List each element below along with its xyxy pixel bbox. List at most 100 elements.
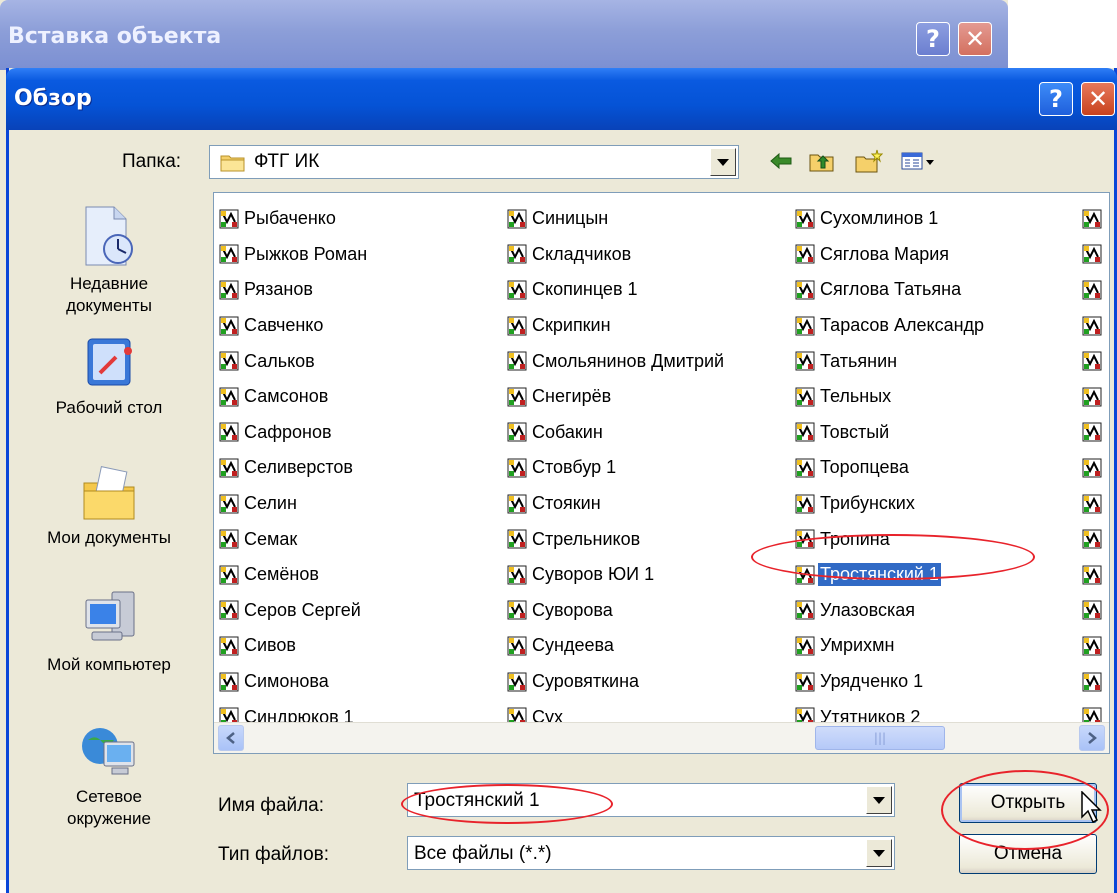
scroll-thumb[interactable]: ||| xyxy=(815,726,945,750)
file-item[interactable]: Сяглова Татьяна xyxy=(794,272,986,308)
open-button[interactable]: Открыть xyxy=(959,783,1097,823)
scroll-left-button[interactable] xyxy=(218,725,244,751)
help-button[interactable]: ? xyxy=(1039,82,1073,116)
file-item-partial[interactable] xyxy=(1081,450,1105,486)
file-item-partial[interactable] xyxy=(1081,415,1105,451)
file-item[interactable]: Симонова xyxy=(218,664,369,700)
file-item-partial[interactable] xyxy=(1081,201,1105,237)
file-item[interactable]: Рыбаченко xyxy=(218,201,369,237)
shortcut-icon xyxy=(795,280,815,300)
file-item-partial[interactable] xyxy=(1081,486,1105,522)
shortcut-icon xyxy=(507,672,527,692)
file-item[interactable]: Серов Сергей xyxy=(218,593,369,629)
shortcut-icon xyxy=(1082,351,1102,371)
filename-combo[interactable]: Тростянский 1 xyxy=(407,783,895,817)
file-item[interactable]: Тарасов Александр xyxy=(794,308,986,344)
file-name: Улазовская xyxy=(820,599,915,620)
file-item[interactable]: Суворова xyxy=(506,593,726,629)
file-item[interactable]: Снегирёв xyxy=(506,379,726,415)
file-item[interactable]: Складчиков xyxy=(506,237,726,273)
file-item[interactable]: Скрипкин xyxy=(506,308,726,344)
file-name: Семёнов xyxy=(244,564,319,585)
filetype-combo[interactable]: Все файлы (*.*) xyxy=(407,836,895,870)
scroll-right-button[interactable] xyxy=(1079,725,1105,751)
up-folder-button[interactable] xyxy=(807,146,837,176)
file-name: Суворова xyxy=(532,599,613,620)
file-item-partial[interactable] xyxy=(1081,664,1105,700)
file-name: Сафронов xyxy=(244,421,332,442)
back-button[interactable] xyxy=(767,146,795,176)
filename-input[interactable]: Тростянский 1 xyxy=(414,790,540,812)
file-item[interactable]: Татьянин xyxy=(794,343,986,379)
shortcut-icon xyxy=(795,387,815,407)
shortcut-icon xyxy=(507,636,527,656)
place-desktop[interactable]: Рабочий стол xyxy=(9,333,209,419)
file-item-partial[interactable] xyxy=(1081,379,1105,415)
file-item[interactable]: Суворов ЮИ 1 xyxy=(506,557,726,593)
horizontal-scrollbar[interactable]: ||| xyxy=(214,722,1109,753)
file-item[interactable]: Самсонов xyxy=(218,379,369,415)
place-my-documents[interactable]: Мои документы xyxy=(9,463,209,549)
my-documents-icon xyxy=(83,466,135,520)
file-item-partial[interactable] xyxy=(1081,237,1105,273)
file-item-partial[interactable] xyxy=(1081,521,1105,557)
file-item-partial[interactable] xyxy=(1081,628,1105,664)
file-item[interactable]: Суровяткина xyxy=(506,664,726,700)
file-item[interactable]: Савченко xyxy=(218,308,369,344)
filetype-dropdown-button[interactable] xyxy=(866,839,892,867)
file-item[interactable]: Синицын xyxy=(506,201,726,237)
file-item-partial[interactable] xyxy=(1081,343,1105,379)
cancel-button[interactable]: Отмена xyxy=(959,834,1097,874)
file-item[interactable]: Сухомлинов 1 xyxy=(794,201,986,237)
shortcut-icon xyxy=(795,636,815,656)
recent-documents-icon xyxy=(85,206,133,266)
look-in-label: Папка: xyxy=(122,151,182,172)
file-list[interactable]: Рыбаченко Рыжков Роман Рязанов Савченко Саль… xyxy=(213,192,1110,754)
file-item[interactable]: Селиверстов xyxy=(218,450,369,486)
file-item[interactable]: Рязанов xyxy=(218,272,369,308)
file-item[interactable]: Скопинцев 1 xyxy=(506,272,726,308)
file-item[interactable]: Рыжков Роман xyxy=(218,237,369,273)
close-button[interactable]: ✕ xyxy=(1081,82,1115,116)
file-item[interactable]: Стрельников xyxy=(506,521,726,557)
file-name: Скопинцев 1 xyxy=(532,279,638,300)
file-item[interactable]: Умрихмн xyxy=(794,628,986,664)
file-item[interactable]: Сяглова Мария xyxy=(794,237,986,273)
file-item[interactable]: Селин xyxy=(218,486,369,522)
file-item[interactable]: Собакин xyxy=(506,415,726,451)
file-item[interactable]: Сивов xyxy=(218,628,369,664)
file-item-partial[interactable] xyxy=(1081,593,1105,629)
look-in-combo[interactable]: ФТГ ИК xyxy=(209,145,739,179)
file-item[interactable]: Сундеева xyxy=(506,628,726,664)
file-item[interactable]: Торопцева xyxy=(794,450,986,486)
back-help-button[interactable]: ? xyxy=(916,22,950,56)
file-item-partial[interactable] xyxy=(1081,308,1105,344)
place-my-computer[interactable]: Мой компьютер xyxy=(9,588,209,676)
back-close-button[interactable]: ✕ xyxy=(958,22,992,56)
shortcut-icon xyxy=(219,387,239,407)
file-column-2: Синицын Складчиков Скопинцев 1 Скрипкин Смол… xyxy=(506,201,726,735)
file-item-partial[interactable] xyxy=(1081,557,1105,593)
file-item[interactable]: Товстый xyxy=(794,415,986,451)
file-item[interactable]: Семёнов xyxy=(218,557,369,593)
new-folder-button[interactable] xyxy=(853,146,885,176)
file-item[interactable]: Тростянский 1 xyxy=(794,557,986,593)
file-item[interactable]: Стовбур 1 xyxy=(506,450,726,486)
file-item[interactable]: Стоякин xyxy=(506,486,726,522)
file-item[interactable]: Улазовская xyxy=(794,593,986,629)
file-item[interactable]: Сальков xyxy=(218,343,369,379)
file-item[interactable]: Тельных xyxy=(794,379,986,415)
filename-dropdown-button[interactable] xyxy=(866,786,892,814)
look-in-dropdown-button[interactable] xyxy=(710,148,736,176)
view-menu-button[interactable] xyxy=(899,146,939,176)
place-recent-documents[interactable]: Недавние документы xyxy=(9,203,209,317)
shortcut-icon xyxy=(219,351,239,371)
file-item-partial[interactable] xyxy=(1081,272,1105,308)
file-item[interactable]: Семак xyxy=(218,521,369,557)
file-item[interactable]: Урядченко 1 xyxy=(794,664,986,700)
file-item[interactable]: Тропина xyxy=(794,521,986,557)
place-network[interactable]: Сетевое окружение xyxy=(9,720,209,830)
file-item[interactable]: Трибунских xyxy=(794,486,986,522)
file-item[interactable]: Сафронов xyxy=(218,415,369,451)
file-item[interactable]: Смольянинов Дмитрий xyxy=(506,343,726,379)
